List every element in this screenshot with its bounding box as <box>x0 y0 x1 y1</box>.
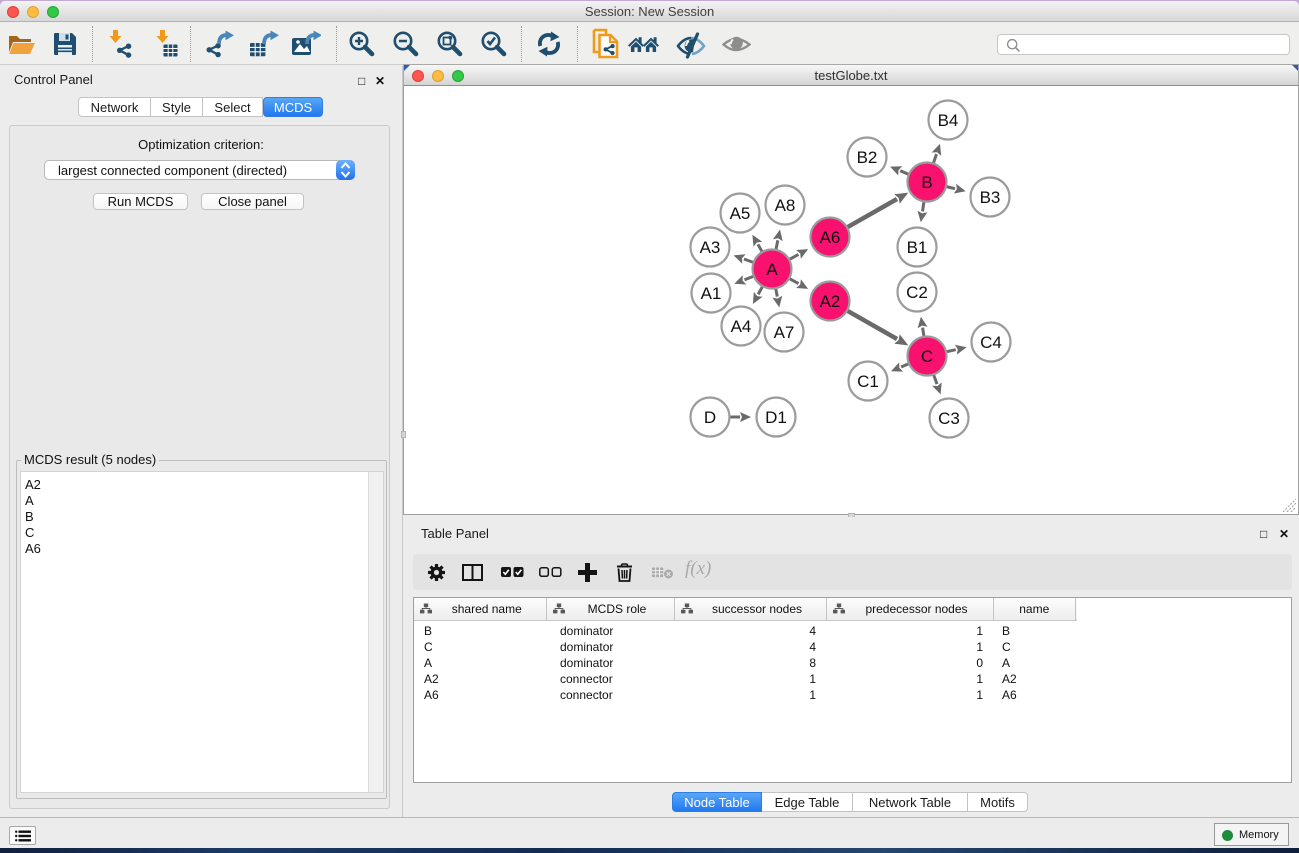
svg-text:B2: B2 <box>857 148 878 167</box>
svg-text:A2: A2 <box>820 292 841 311</box>
svg-text:A8: A8 <box>775 196 796 215</box>
svg-text:A4: A4 <box>731 317 752 336</box>
svg-text:B3: B3 <box>980 188 1001 207</box>
svg-text:A1: A1 <box>701 284 722 303</box>
svg-text:B1: B1 <box>907 238 928 257</box>
svg-text:C: C <box>921 347 933 366</box>
svg-text:D1: D1 <box>765 408 787 427</box>
svg-text:C4: C4 <box>980 333 1002 352</box>
svg-text:C1: C1 <box>857 372 879 391</box>
svg-text:C3: C3 <box>938 409 960 428</box>
svg-text:A6: A6 <box>820 228 841 247</box>
svg-text:C2: C2 <box>906 283 928 302</box>
svg-text:B: B <box>921 173 932 192</box>
svg-text:A7: A7 <box>774 323 795 342</box>
svg-text:B4: B4 <box>938 111 959 130</box>
svg-text:A5: A5 <box>730 204 751 223</box>
svg-text:A: A <box>766 260 778 279</box>
svg-text:A3: A3 <box>700 238 721 257</box>
svg-text:D: D <box>704 408 716 427</box>
